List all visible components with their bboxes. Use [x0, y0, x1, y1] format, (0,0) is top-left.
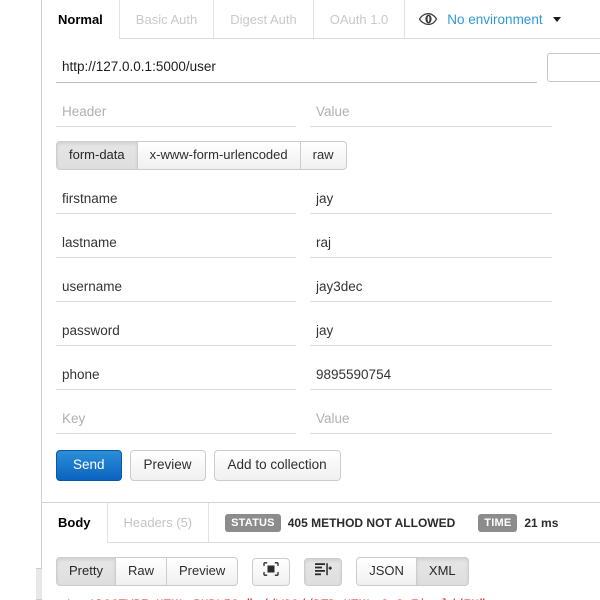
header-row — [42, 101, 600, 127]
auth-tabbar: Normal Basic Auth Digest Auth OAuth 1.0 — [42, 0, 600, 39]
view-mode-preview[interactable]: Preview — [166, 557, 239, 586]
url-row — [42, 49, 600, 83]
param-value-input[interactable] — [310, 232, 552, 258]
param-row — [42, 232, 600, 258]
param-value-input-empty[interactable] — [310, 408, 552, 434]
body-type-raw[interactable]: raw — [300, 141, 347, 170]
tab-digest-auth[interactable]: Digest Auth — [213, 0, 313, 38]
tab-digest-auth-label: Digest Auth — [230, 11, 297, 27]
param-value-cell — [310, 320, 552, 346]
response-tabbar: Body Headers (5) STATUS 405 METHOD NOT A… — [42, 503, 600, 543]
param-key-cell — [56, 188, 296, 214]
body-type-urlencoded[interactable]: x-www-form-urlencoded — [137, 141, 301, 170]
header-key-cell — [56, 101, 296, 127]
param-key-input[interactable] — [56, 276, 296, 302]
header-value-cell — [310, 101, 552, 127]
time-badge: TIME — [478, 513, 518, 532]
status-text: 405 METHOD NOT ALLOWED — [287, 515, 456, 530]
view-mode-raw[interactable]: Raw — [115, 557, 167, 586]
param-value-cell — [310, 276, 552, 302]
param-value-cell — [310, 188, 552, 214]
param-key-cell — [56, 320, 296, 346]
tab-normal-label: Normal — [58, 11, 103, 27]
param-key-input[interactable] — [56, 188, 296, 214]
fullscreen-button[interactable] — [252, 557, 291, 586]
response-meta: STATUS 405 METHOD NOT ALLOWED TIME 21 ms — [208, 503, 558, 542]
param-key-cell-empty — [56, 408, 296, 434]
environment-selector[interactable]: No environment — [404, 0, 574, 38]
url-input[interactable] — [56, 55, 537, 83]
body-type-group: form-data x-www-form-urlencoded raw — [56, 141, 347, 170]
sidebar-rail — [0, 0, 42, 600]
app-root: Normal Basic Auth Digest Auth OAuth 1.0 — [0, 0, 600, 600]
request-section: form-data x-www-form-urlencoded raw — [42, 39, 600, 503]
add-to-collection-button[interactable]: Add to collection — [213, 450, 341, 481]
param-value-input[interactable] — [310, 320, 552, 346]
param-row-empty — [42, 408, 600, 434]
format-json[interactable]: JSON — [356, 557, 417, 586]
param-key-input[interactable] — [56, 320, 296, 346]
environment-label: No environment — [447, 11, 543, 27]
param-value-input[interactable] — [310, 364, 552, 390]
param-row — [42, 188, 600, 214]
body-type-form-data[interactable]: form-data — [56, 141, 138, 170]
tab-body[interactable]: Body — [42, 503, 107, 543]
preview-button[interactable]: Preview — [129, 450, 206, 481]
time-text: 21 ms — [524, 515, 559, 530]
param-value-input[interactable] — [310, 276, 552, 302]
tab-oauth-1-label: OAuth 1.0 — [329, 11, 389, 27]
header-key-input[interactable] — [56, 101, 296, 127]
response-toolbar: Pretty Raw Preview JSON XML — [42, 543, 600, 586]
param-value-cell — [310, 364, 552, 390]
tab-basic-auth-label: Basic Auth — [135, 11, 198, 27]
header-value-input[interactable] — [310, 101, 552, 127]
send-button[interactable]: Send — [56, 450, 122, 481]
request-actions: Send Preview Add to collection — [42, 434, 600, 481]
wrap-lines-button[interactable] — [304, 557, 343, 586]
param-key-input[interactable] — [56, 232, 296, 258]
param-value-cell-empty — [310, 408, 552, 434]
tab-normal[interactable]: Normal — [42, 0, 119, 39]
param-row — [42, 276, 600, 302]
main-panel: Normal Basic Auth Digest Auth OAuth 1.0 — [42, 0, 600, 600]
fullscreen-icon — [263, 562, 279, 581]
tab-basic-auth[interactable]: Basic Auth — [118, 0, 213, 38]
status-badge: STATUS — [225, 513, 281, 532]
param-key-input[interactable] — [56, 364, 296, 390]
param-value-cell — [310, 232, 552, 258]
tab-headers-label: Headers (5) — [123, 515, 193, 530]
eye-icon — [419, 13, 438, 25]
format-xml[interactable]: XML — [416, 557, 469, 586]
param-row — [42, 364, 600, 390]
param-key-cell — [56, 364, 296, 390]
body-type-row: form-data x-www-form-urlencoded raw — [42, 127, 600, 170]
param-key-cell — [56, 276, 296, 302]
tab-body-label: Body — [58, 515, 91, 530]
chevron-down-icon — [552, 16, 561, 22]
wrap-lines-icon — [314, 562, 333, 581]
method-dropdown-partial[interactable] — [547, 53, 600, 82]
param-key-input-empty[interactable] — [56, 408, 296, 434]
view-mode-pretty[interactable]: Pretty — [56, 557, 116, 586]
param-key-cell — [56, 232, 296, 258]
param-row — [42, 320, 600, 346]
param-value-input[interactable] — [310, 188, 552, 214]
response-section: Body Headers (5) STATUS 405 METHOD NOT A… — [42, 503, 600, 600]
tab-headers[interactable]: Headers (5) — [106, 503, 209, 542]
view-mode-group: Pretty Raw Preview — [56, 557, 239, 586]
tab-oauth-1[interactable]: OAuth 1.0 — [312, 0, 405, 38]
format-group: JSON XML — [356, 557, 469, 586]
